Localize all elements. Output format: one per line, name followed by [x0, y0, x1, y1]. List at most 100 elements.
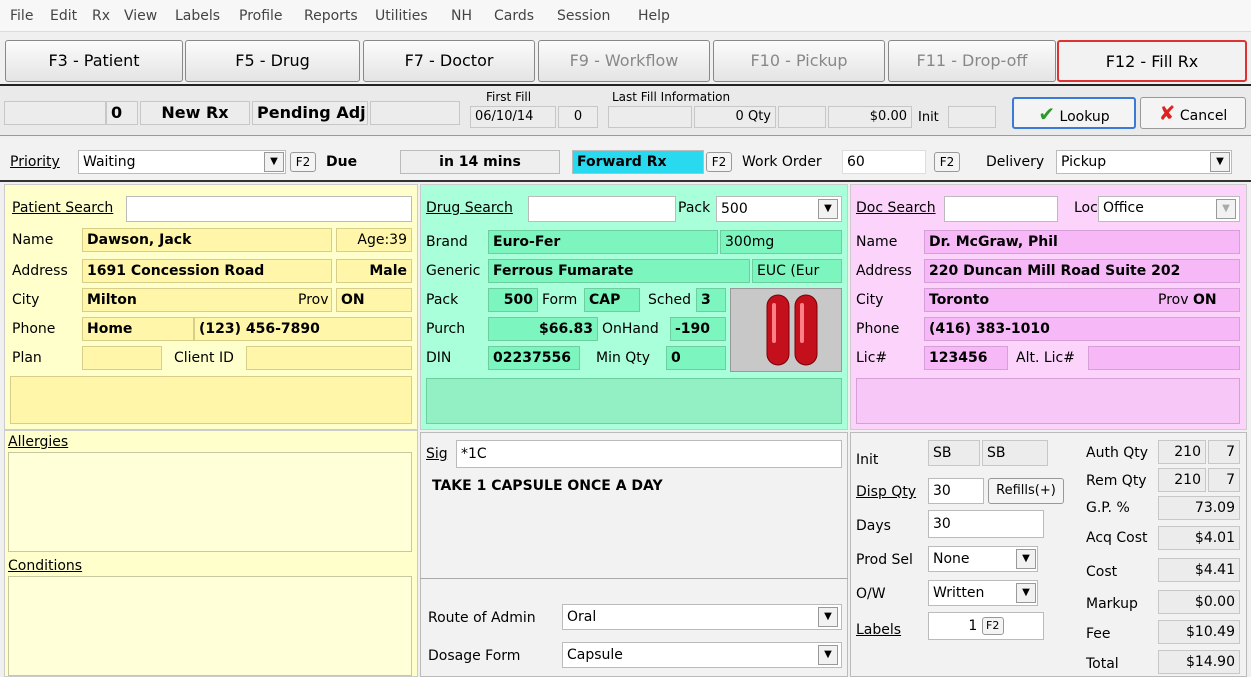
- doc-loc-label: Loc: [1074, 200, 1098, 216]
- patient-address: 1691 Concession Road: [82, 259, 332, 283]
- drug-strength: 300mg: [720, 230, 842, 254]
- work-order-label: Work Order: [742, 154, 822, 170]
- chevron-down-icon[interactable]: ▼: [1210, 152, 1230, 172]
- qty-label: Qty: [747, 109, 771, 124]
- rx-init-label: Init: [856, 452, 879, 468]
- cancel-button[interactable]: ✘ Cancel: [1140, 97, 1246, 129]
- patient-search-input[interactable]: [126, 196, 412, 222]
- due-field: in 14 mins: [400, 150, 560, 174]
- disp-qty-input[interactable]: 30: [928, 478, 984, 504]
- chevron-down-icon[interactable]: ▼: [1216, 199, 1236, 219]
- auth-qty-label: Auth Qty: [1086, 445, 1149, 461]
- refills-button[interactable]: Refills(+): [988, 478, 1064, 504]
- lookup-label: Lookup: [1059, 109, 1110, 125]
- menu-help[interactable]: Help: [638, 8, 670, 24]
- menu-view[interactable]: View: [124, 8, 157, 24]
- cost-value: $4.41: [1158, 558, 1240, 582]
- drug-onhand: -190: [670, 317, 726, 341]
- chevron-down-icon[interactable]: ▼: [264, 152, 284, 172]
- drug-image: [730, 288, 842, 372]
- chevron-down-icon[interactable]: ▼: [1016, 583, 1036, 603]
- patient-plan-label: Plan: [12, 350, 42, 366]
- patient-address-label: Address: [12, 263, 68, 279]
- brand-label: Brand: [426, 234, 468, 250]
- conditions-field[interactable]: [8, 576, 412, 676]
- workflow-button[interactable]: F9 - Workflow: [538, 40, 710, 82]
- markup-value: $0.00: [1158, 590, 1240, 614]
- chevron-down-icon[interactable]: ▼: [1016, 549, 1036, 569]
- total-label: Total: [1086, 656, 1119, 672]
- fee-label: Fee: [1086, 626, 1111, 642]
- delivery-label: Delivery: [986, 154, 1045, 170]
- checkmark-icon: ✔: [1038, 102, 1056, 126]
- doctor-lic: 123456: [924, 346, 1008, 370]
- total-value: $14.90: [1158, 650, 1240, 674]
- days-input[interactable]: 30: [928, 510, 1044, 538]
- sig-panel: [420, 432, 848, 677]
- cancel-label: Cancel: [1179, 108, 1228, 124]
- drug-button[interactable]: F5 - Drug: [185, 40, 360, 82]
- chevron-down-icon[interactable]: ▼: [818, 645, 838, 665]
- delivery-select[interactable]: Pickup: [1056, 150, 1232, 174]
- doc-search-label: Doc Search: [856, 200, 936, 216]
- generic-name: Ferrous Fumarate: [488, 259, 750, 283]
- pickup-button[interactable]: F10 - Pickup: [713, 40, 885, 82]
- rx-count: 0: [106, 101, 138, 125]
- menu-profile[interactable]: Profile: [239, 8, 283, 24]
- chevron-down-icon[interactable]: ▼: [818, 199, 838, 219]
- menu-cards[interactable]: Cards: [494, 8, 534, 24]
- last-fill-date: [608, 106, 692, 128]
- doc-altlic-label: Alt. Lic#: [1016, 350, 1075, 366]
- doctor-name: Dr. McGraw, Phil: [924, 230, 1240, 254]
- labels-value: 1: [968, 618, 978, 634]
- sig-text: TAKE 1 CAPSULE ONCE A DAY: [432, 478, 663, 494]
- work-order-field[interactable]: 60: [842, 150, 926, 174]
- priority-select[interactable]: Waiting: [78, 150, 286, 174]
- drug-pack-label: Pack: [678, 200, 711, 216]
- labels-f2-button[interactable]: F2: [981, 617, 1004, 635]
- patient-button[interactable]: F3 - Patient: [5, 40, 183, 82]
- lookup-button[interactable]: ✔ Lookup: [1012, 97, 1136, 129]
- menu-session[interactable]: Session: [557, 8, 610, 24]
- sig-input[interactable]: *1C: [456, 440, 842, 468]
- priority-f2-button[interactable]: F2: [290, 152, 316, 172]
- dosage-label: Dosage Form: [428, 648, 521, 664]
- dosage-select[interactable]: Capsule: [562, 642, 842, 668]
- patient-notes: [10, 376, 412, 424]
- forward-f2-button[interactable]: F2: [706, 152, 732, 172]
- doc-prov-label: Prov ON: [1158, 292, 1217, 308]
- dropoff-button[interactable]: F11 - Drop-off: [888, 40, 1056, 82]
- menu-labels[interactable]: Labels: [175, 8, 220, 24]
- doc-search-input[interactable]: [944, 196, 1058, 222]
- form-label: Form: [542, 292, 578, 308]
- gp-label: G.P. %: [1086, 500, 1130, 516]
- allergies-field[interactable]: [8, 452, 412, 552]
- last-fill-qty: 0 Qty: [694, 106, 776, 128]
- forward-rx-field: Forward Rx: [572, 150, 704, 174]
- patient-phone-label: Phone: [12, 321, 56, 337]
- chevron-down-icon[interactable]: ▼: [818, 607, 838, 627]
- menu-reports[interactable]: Reports: [304, 8, 358, 24]
- menu-nh[interactable]: NH: [451, 8, 472, 24]
- fill-rx-button[interactable]: F12 - Fill Rx: [1057, 40, 1247, 82]
- menu-rx[interactable]: Rx: [92, 8, 110, 24]
- route-select[interactable]: Oral: [562, 604, 842, 630]
- menu-file[interactable]: File: [10, 8, 33, 24]
- drug-purch: $66.83: [488, 317, 598, 341]
- brand-name: Euro-Fer: [488, 230, 718, 254]
- allergies-label: Allergies: [8, 434, 69, 450]
- menu-utilities[interactable]: Utilities: [375, 8, 428, 24]
- drug-din: 02237556: [488, 346, 580, 370]
- rx-blank-field: [4, 101, 106, 125]
- ow-label: O/W: [856, 586, 886, 602]
- first-fill-num: 0: [558, 106, 598, 128]
- doctor-button[interactable]: F7 - Doctor: [363, 40, 535, 82]
- doctor-alt-lic: [1088, 346, 1240, 370]
- menu-edit[interactable]: Edit: [50, 8, 77, 24]
- init-label: Init: [918, 110, 939, 125]
- drug-search-input[interactable]: [528, 196, 676, 222]
- work-order-f2-button[interactable]: F2: [934, 152, 960, 172]
- close-icon: ✘: [1158, 101, 1176, 125]
- disp-qty-label: Disp Qty: [856, 484, 917, 500]
- labels-count[interactable]: 1 F2: [928, 612, 1044, 640]
